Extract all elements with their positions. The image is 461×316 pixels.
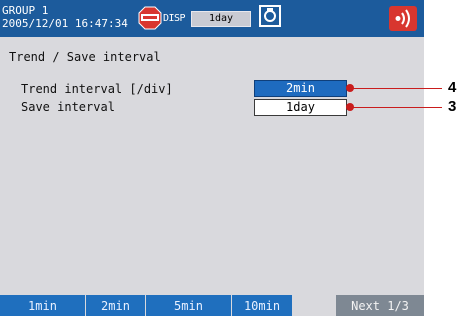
save-interval-label: Save interval [21, 100, 115, 114]
disp-value: 1day [191, 11, 251, 27]
group-name: GROUP 1 [2, 4, 49, 17]
softkey-bar: 1min 2min 5min 10min Next 1/3 [0, 295, 424, 316]
save-icon [259, 5, 281, 27]
recorder-screen: GROUP 1 2005/12/01 16:47:34 DISP 1day Tr… [0, 0, 424, 316]
trend-interval-label: Trend interval [/div] [21, 82, 173, 96]
softkey-2min[interactable]: 2min [86, 295, 145, 316]
softkey-1min[interactable]: 1min [0, 295, 85, 316]
date-time: 2005/12/01 16:47:34 [2, 17, 128, 30]
page-title: Trend / Save interval [9, 50, 161, 64]
callout-dot-4 [346, 84, 354, 92]
trend-interval-value[interactable]: 2min [254, 80, 347, 97]
softkey-5min[interactable]: 5min [146, 295, 231, 316]
alarm-icon [389, 6, 417, 31]
callout-number-3: 3 [448, 98, 457, 115]
softkey-10min[interactable]: 10min [232, 295, 292, 316]
softkey-next-page[interactable]: Next 1/3 [336, 295, 424, 316]
save-interval-value[interactable]: 1day [254, 99, 347, 116]
disp-label: DISP [163, 13, 186, 24]
callout-dot-3 [346, 103, 354, 111]
callout-line-3 [350, 107, 442, 108]
stop-icon [138, 6, 162, 30]
callout-number-4: 4 [448, 79, 457, 96]
callout-line-4 [350, 88, 442, 89]
status-bar: GROUP 1 2005/12/01 16:47:34 DISP 1day [0, 0, 424, 37]
